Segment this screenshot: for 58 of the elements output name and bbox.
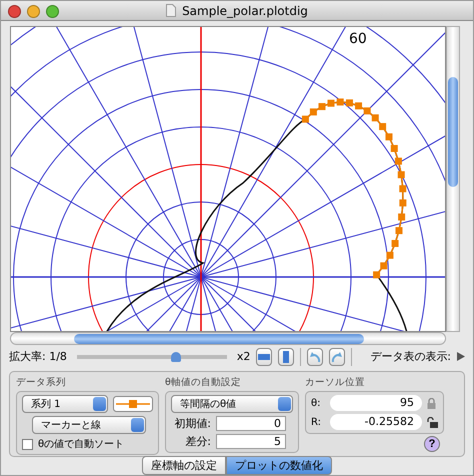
checkbox[interactable] xyxy=(22,438,33,450)
lock-icon[interactable] xyxy=(427,398,436,408)
line-style-swatch-icon[interactable] xyxy=(113,396,153,412)
field-label: θ: xyxy=(311,398,322,408)
group-title: θ軸値の自動設定 xyxy=(165,376,242,389)
data-table-label: データ表の表示: xyxy=(370,349,451,364)
horizontal-layout-button[interactable] xyxy=(256,348,272,366)
data-marker xyxy=(399,185,406,192)
input-field[interactable]: 0 xyxy=(216,416,286,431)
series-select[interactable]: 系列 1 xyxy=(22,395,108,413)
data-marker xyxy=(396,227,402,234)
value-label: 60 xyxy=(349,31,367,48)
window-title: Sample_polar.plotdig xyxy=(182,4,308,18)
zoom-max-label: x2 xyxy=(236,350,250,364)
data-marker xyxy=(380,262,388,270)
tab[interactable]: 座標軸の設定 xyxy=(142,456,226,475)
close-button[interactable] xyxy=(8,5,21,18)
data-marker xyxy=(392,240,399,247)
vertical-layout-button[interactable] xyxy=(278,348,294,366)
horizontal-bar-icon xyxy=(258,354,270,360)
style-select[interactable]: マーカーと線 xyxy=(32,416,146,434)
field-label: R: xyxy=(311,416,322,428)
input-field[interactable]: -0.25582 xyxy=(330,414,422,430)
data-marker xyxy=(394,158,402,165)
group-title: データ系列 xyxy=(16,376,67,389)
data-marker xyxy=(346,99,353,106)
horizontal-scrollbar[interactable] xyxy=(10,332,446,345)
data-marker xyxy=(399,199,406,206)
data-marker xyxy=(386,133,392,140)
data-marker xyxy=(390,145,398,152)
rotate-left-button[interactable] xyxy=(307,348,324,366)
group-title: カーソル位置 xyxy=(305,376,366,389)
minimize-button[interactable] xyxy=(27,5,40,18)
data-marker xyxy=(373,271,380,278)
vertical-bar-icon xyxy=(283,350,290,363)
unlocked-lock-icon[interactable] xyxy=(427,416,438,428)
data-marker xyxy=(336,98,344,106)
field-label: 初期値: xyxy=(173,416,211,431)
data-marker xyxy=(398,214,406,220)
tab[interactable]: プロットの数値化 xyxy=(226,456,332,475)
rotate-right-button[interactable] xyxy=(329,348,346,366)
disclosure-triangle-icon[interactable] xyxy=(457,352,465,362)
checkbox-label: θの値で自動ソート xyxy=(38,438,124,451)
field-label: 差分: xyxy=(184,434,211,449)
data-marker xyxy=(379,123,386,130)
data-marker xyxy=(318,103,326,110)
vertical-scrollbar[interactable] xyxy=(446,26,460,332)
document-icon xyxy=(166,4,176,17)
data-marker xyxy=(328,100,334,107)
mode-select[interactable]: 等間隔のθ値 xyxy=(171,395,293,413)
input-field[interactable]: 5 xyxy=(216,434,286,449)
input-field[interactable]: 95 xyxy=(330,395,422,411)
zoom-button[interactable] xyxy=(46,5,59,18)
zoom-label: 拡大率: 1/8 xyxy=(9,349,67,364)
help-button[interactable]: ? xyxy=(424,436,440,452)
slider-thumb[interactable] xyxy=(170,352,181,362)
data-marker xyxy=(386,252,394,259)
data-marker xyxy=(398,171,405,178)
